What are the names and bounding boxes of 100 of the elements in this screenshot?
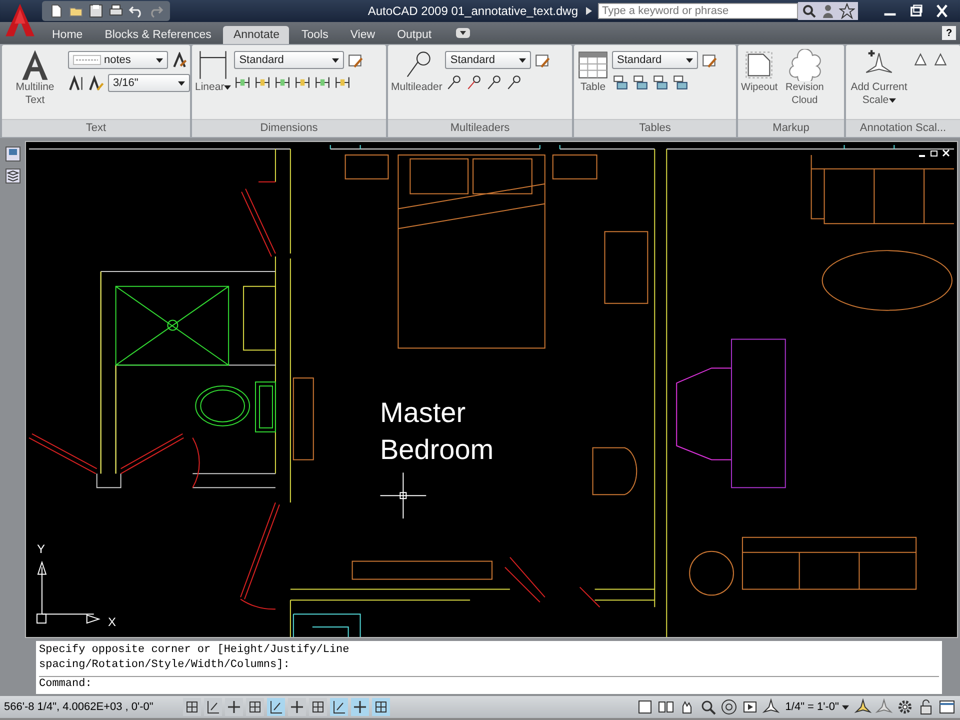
markup-tool-button[interactable]: Revision Cloud <box>780 81 829 107</box>
style-edit-icon[interactable] <box>701 52 718 68</box>
restore-icon[interactable] <box>929 148 939 158</box>
steering-wheel-icon[interactable] <box>720 698 738 716</box>
scale-tool-icon[interactable] <box>912 51 929 68</box>
ribbon-tab[interactable]: Annotate <box>223 26 290 44</box>
crosshair-cursor-icon <box>380 472 427 519</box>
properties-icon[interactable] <box>4 146 20 162</box>
style-preview-icon <box>73 55 101 65</box>
zoom-icon[interactable] <box>699 698 718 716</box>
caret-icon <box>519 58 526 62</box>
drafting-toggle-icon[interactable] <box>288 698 306 716</box>
masked-shape-icon[interactable] <box>743 49 776 81</box>
drafting-toggle-icon[interactable] <box>330 698 348 716</box>
dimension-tool-icon[interactable] <box>334 74 352 91</box>
caret-icon <box>842 705 849 710</box>
save-icon[interactable] <box>88 3 104 19</box>
axis-label: X <box>108 615 116 629</box>
cloud-icon[interactable] <box>788 49 821 81</box>
model-icon[interactable] <box>636 698 654 716</box>
caret-icon <box>178 80 185 86</box>
panel-title[interactable]: Dimensions <box>192 119 386 137</box>
annotation-scale-dropdown[interactable]: 1/4" = 1'-0" <box>783 701 851 713</box>
tables-button[interactable]: Table <box>580 81 606 94</box>
panel-title[interactable]: Text <box>2 119 190 137</box>
expand-arrow-icon[interactable] <box>586 7 592 15</box>
dimension-tool-icon[interactable] <box>254 74 272 91</box>
style-dropdown[interactable]: Standard <box>234 51 344 69</box>
dimension-tool-icon[interactable] <box>294 74 312 91</box>
panel-title[interactable]: Tables <box>574 119 736 137</box>
scale-tool-icon[interactable] <box>932 51 949 68</box>
table-tool-icon[interactable] <box>652 74 669 91</box>
app-name: AutoCAD 2009 <box>368 4 448 18</box>
drafting-toggle-icon[interactable] <box>372 698 390 716</box>
search-field[interactable]: Type a keyword or phrase <box>598 3 798 19</box>
panel-title[interactable]: Annotation Scal... <box>846 119 960 137</box>
axis-label: Y <box>37 542 46 556</box>
table-tool-icon[interactable] <box>632 74 649 91</box>
help-button[interactable]: ? <box>942 26 956 40</box>
caret-icon <box>332 58 340 62</box>
dimension-icon[interactable] <box>197 49 230 81</box>
leader-tool-icon[interactable] <box>505 74 522 91</box>
markup-tool-button[interactable]: Wipeout <box>741 81 778 94</box>
text-cursor-icon[interactable] <box>68 74 85 92</box>
ribbon-tab[interactable]: View <box>340 26 386 44</box>
multiline-text-button[interactable]: Multiline Text <box>5 81 65 107</box>
multileaders-button[interactable]: Multileader <box>391 81 442 94</box>
ucs-axes-icon <box>36 560 100 624</box>
drafting-toggle-icon[interactable] <box>204 698 222 716</box>
drafting-toggle-icon[interactable] <box>309 698 327 716</box>
drafting-toggle-icon[interactable] <box>267 698 285 716</box>
table-tool-icon[interactable] <box>672 74 689 91</box>
caret-icon <box>156 58 163 62</box>
dimensions-button[interactable]: Linear <box>195 81 232 94</box>
ribbon-tab[interactable]: Output <box>387 26 442 44</box>
file-name: 01_annotative_text.dwg <box>451 4 578 18</box>
drawing-canvas[interactable]: Master Bedroom Y X <box>25 141 958 638</box>
ribbon-tab[interactable]: Tools <box>291 26 338 44</box>
drafting-toggle-icon[interactable] <box>351 698 369 716</box>
leader-tool-icon[interactable] <box>485 74 502 91</box>
command-history-line: Specify opposite corner or [Height/Justify/Line <box>39 643 350 658</box>
dimension-tool-icon[interactable] <box>314 74 332 91</box>
layers-icon[interactable] <box>4 168 20 184</box>
dimension-tool-icon[interactable] <box>274 74 292 91</box>
table-icon[interactable] <box>577 49 609 81</box>
panel-title[interactable]: Markup <box>738 119 844 137</box>
caret-icon <box>224 85 232 90</box>
command-history-line: spacing/Rotation/Style/Width/Columns]: <box>39 658 291 673</box>
command-input[interactable]: Command: <box>39 676 939 692</box>
caret-icon <box>888 98 896 103</box>
ribbon-tab[interactable]: Home <box>42 26 93 44</box>
coordinates-readout: 566'-8 1/4", 4.0062E+03 , 0'-0" <box>4 701 154 713</box>
clean-screen-icon[interactable] <box>938 698 956 716</box>
style-edit-icon[interactable] <box>534 52 552 68</box>
text-height-dropdown[interactable]: 3/16" <box>108 74 190 92</box>
table-tool-icon[interactable] <box>612 74 629 91</box>
close-icon[interactable] <box>941 148 951 158</box>
text-edit-icon[interactable] <box>88 74 105 92</box>
star-icon[interactable] <box>839 3 855 19</box>
annotation-visibility-icon[interactable] <box>854 698 872 716</box>
drafting-toggle-icon[interactable] <box>225 698 243 716</box>
drafting-toggle-icon[interactable] <box>183 698 201 716</box>
annotation-scale-icon[interactable] <box>762 698 780 716</box>
style-edit-icon[interactable] <box>347 52 364 68</box>
room-label: Master Bedroom <box>380 396 495 467</box>
dropdown-icon[interactable] <box>456 28 470 38</box>
leader-tool-icon[interactable] <box>465 74 482 91</box>
drafting-toggle-icon[interactable] <box>246 698 264 716</box>
person-icon[interactable] <box>820 3 836 19</box>
text-style-dropdown[interactable]: notes <box>68 51 168 69</box>
panel-title[interactable]: Multileaders <box>388 119 572 137</box>
text-style-icon[interactable] <box>171 52 188 68</box>
leader-tool-icon[interactable] <box>445 74 462 91</box>
gear-icon[interactable] <box>896 698 914 716</box>
ribbon-tab[interactable]: Blocks & References <box>94 26 222 44</box>
dimension-tool-icon[interactable] <box>234 74 252 91</box>
caret-icon <box>686 58 693 62</box>
search-icon[interactable] <box>801 3 817 19</box>
style-dropdown[interactable]: Standard <box>445 51 532 69</box>
style-dropdown[interactable]: Standard <box>612 51 698 69</box>
